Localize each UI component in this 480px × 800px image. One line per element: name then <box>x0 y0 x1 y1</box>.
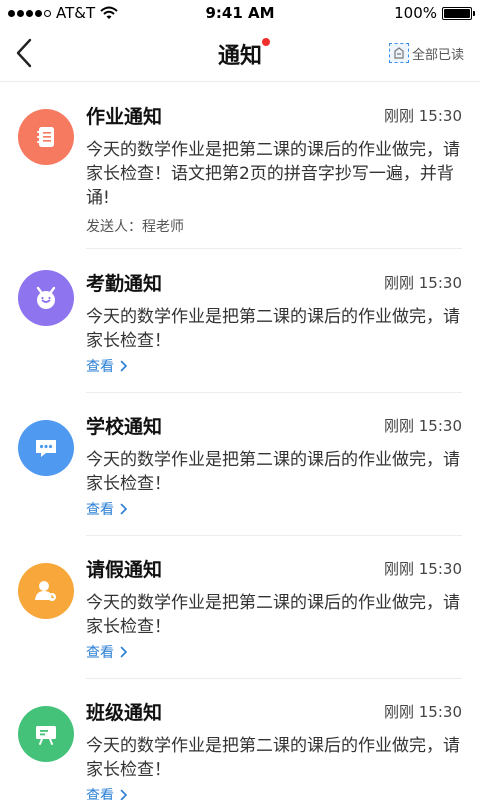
chevron-right-icon <box>120 360 128 372</box>
divider <box>86 678 462 679</box>
view-link[interactable]: 查看 <box>86 642 462 662</box>
mark-all-read-label: 全部已读 <box>411 47 464 63</box>
chevron-right-icon <box>120 789 128 800</box>
divider <box>86 535 462 536</box>
notification-content: 今天的数学作业是把第二课的课后的作业做完，请家长检查！ <box>86 593 460 637</box>
notification-content: 今天的数学作业是把第二课的课后的作业做完，请家长检查！ <box>86 307 460 351</box>
view-link-label: 查看 <box>86 502 114 518</box>
notification-content: 今天的数学作业是把第二课的课后的作业做完，请家长检查！语文把第2页的拼音字抄写一… <box>86 140 460 208</box>
mark-read-icon <box>388 43 409 63</box>
chevron-right-icon <box>120 503 128 515</box>
blackboard-icon <box>18 706 74 762</box>
view-link-label: 查看 <box>86 645 114 661</box>
battery-percent: 100% <box>394 4 437 22</box>
notification-time: 刚刚 15:30 <box>384 560 462 578</box>
view-link[interactable]: 查看 <box>86 785 462 800</box>
page-title: 通知 <box>217 38 270 70</box>
status-right: 100% <box>394 4 475 22</box>
notification-time: 刚刚 15:30 <box>384 703 462 721</box>
chat-bubble-icon <box>18 420 74 476</box>
notification-time: 刚刚 15:30 <box>384 417 462 435</box>
battery-icon <box>442 6 475 20</box>
notification-content: 今天的数学作业是把第二课的课后的作业做完，请家长检查！ <box>86 450 460 494</box>
view-link-label: 查看 <box>86 788 114 800</box>
view-link-label: 查看 <box>86 359 114 375</box>
notification-content: 今天的数学作业是把第二课的课后的作业做完，请家长检查！ <box>86 736 460 780</box>
alarm-clock-icon <box>18 270 74 326</box>
notification-body: 请假通知 刚刚 15:30 今天的数学作业是把第二课的课后的作业做完，请家长检查！查… <box>86 555 462 662</box>
notification-body: 作业通知 刚刚 15:30 今天的数学作业是把第二课的课后的作业做完，请家长检查！语… <box>86 102 462 236</box>
divider <box>86 248 462 249</box>
notification-body: 学校通知 刚刚 15:30 今天的数学作业是把第二课的课后的作业做完，请家长检查！查… <box>86 412 462 519</box>
notification-sender: 发送人：程老师 <box>86 219 184 235</box>
status-bar: AT&T 9:41 AM 100% <box>0 0 480 26</box>
notification-time: 刚刚 15:30 <box>384 274 462 292</box>
notification-body: 考勤通知 刚刚 15:30 今天的数学作业是把第二课的课后的作业做完，请家长检查！查… <box>86 269 462 376</box>
nav-bar: 通知 全部已读 <box>0 26 480 82</box>
view-link[interactable]: 查看 <box>86 356 462 376</box>
notification-body: 班级通知 刚刚 15:30 今天的数学作业是把第二课的课后的作业做完，请家长检查！查… <box>86 698 462 800</box>
unread-dot <box>262 38 270 46</box>
mark-all-read-button[interactable]: 全部已读 <box>388 43 464 63</box>
page-title-text: 通知 <box>217 44 262 69</box>
chevron-right-icon <box>120 646 128 658</box>
divider <box>86 392 462 393</box>
notification-time: 刚刚 15:30 <box>384 107 462 125</box>
view-link[interactable]: 查看 <box>86 499 462 519</box>
person-leave-icon <box>18 563 74 619</box>
notebook-icon <box>18 109 74 165</box>
